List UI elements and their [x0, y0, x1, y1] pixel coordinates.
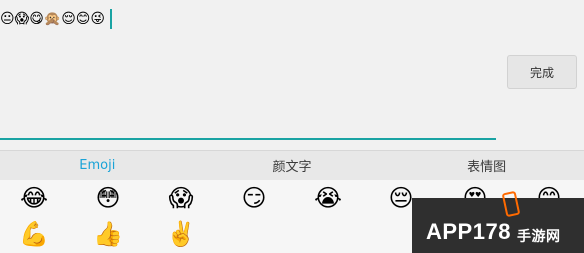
editor-area[interactable]: 😐😱😋🙊😌😊😜 完成: [0, 0, 584, 150]
emoji-victory-hand-icon[interactable]: ✌️: [166, 220, 196, 248]
app178-watermark: APP178 手游网: [412, 198, 584, 253]
emoji-scream-icon[interactable]: 😱: [167, 184, 195, 212]
tab-sticker[interactable]: 表情图: [389, 151, 584, 180]
emoji-pensive-icon[interactable]: 😔: [387, 184, 415, 212]
emoji-tabs: Emoji 颜文字 表情图: [0, 150, 584, 180]
emoji-flushed-icon[interactable]: 😳: [94, 184, 122, 212]
tab-emoji-label: Emoji: [79, 158, 116, 173]
text-cursor: [110, 9, 112, 29]
watermark-main-text: APP178: [426, 218, 511, 244]
emoji-thumbs-up-icon[interactable]: 👍: [93, 220, 123, 248]
emoji-crying-icon[interactable]: 😭: [314, 184, 342, 212]
tab-emoji[interactable]: Emoji: [0, 151, 195, 180]
done-button-label: 完成: [529, 65, 554, 80]
emoji-flexed-biceps-icon[interactable]: 💪: [19, 220, 49, 248]
tab-kaomoji[interactable]: 颜文字: [195, 151, 390, 180]
tab-kaomoji-label: 颜文字: [272, 160, 312, 175]
editor-underline: [0, 138, 496, 140]
emoji-text-line[interactable]: 😐😱😋🙊😌😊😜: [0, 8, 112, 30]
emoji-tears-of-joy-icon[interactable]: 😂: [20, 184, 48, 212]
tab-sticker-label: 表情图: [467, 160, 507, 175]
emoji-text: 😐😱😋🙊😌😊😜: [0, 11, 105, 27]
emoji-smirk-icon[interactable]: 😏: [240, 184, 268, 212]
done-button[interactable]: 完成: [507, 55, 577, 89]
watermark-sub-text: 手游网: [516, 227, 561, 244]
